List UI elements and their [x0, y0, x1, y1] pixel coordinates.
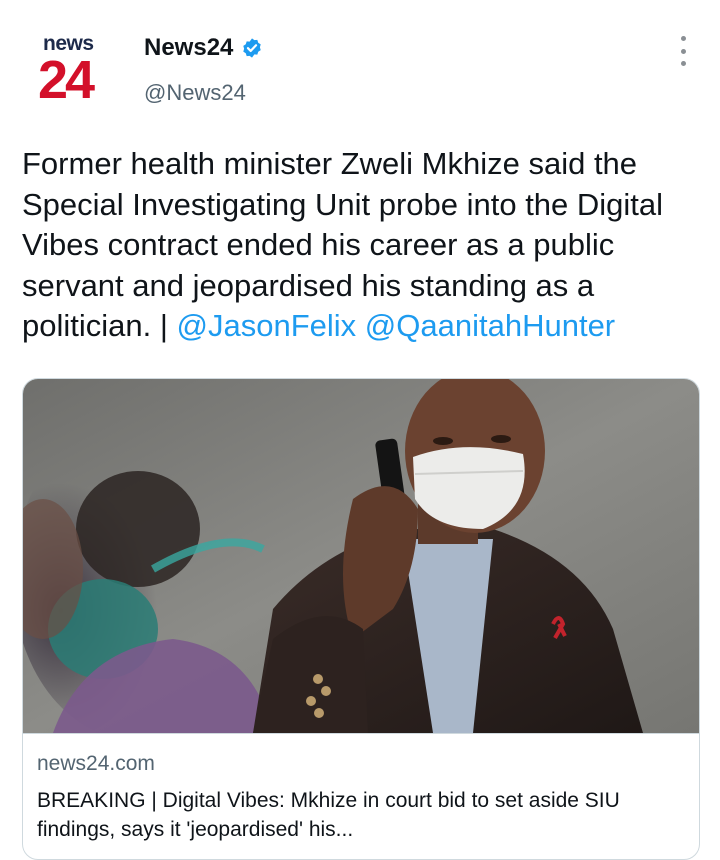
logo-24-text: 24 — [38, 50, 95, 110]
verified-badge-icon — [243, 38, 262, 58]
name-row: News24 — [144, 34, 263, 62]
display-name[interactable]: News24 — [144, 34, 233, 62]
mention-separator — [356, 308, 365, 343]
more-vertical-icon-dot — [680, 61, 686, 66]
more-options-button[interactable] — [676, 36, 690, 66]
user-handle[interactable]: @News24 — [144, 80, 246, 106]
card-title[interactable]: BREAKING | Digital Vibes: Mkhize in cour… — [37, 786, 677, 844]
mention-link[interactable]: @JasonFelix — [177, 308, 357, 343]
mention-link[interactable]: @QaanitahHunter — [365, 308, 615, 343]
tweet: news 24 News24 @News24 Former health min… — [0, 0, 720, 860]
card-meta: news24.com BREAKING | Digital Vibes: Mkh… — [23, 733, 699, 841]
tweet-text: Former health minister Zweli Mkhize said… — [22, 144, 706, 347]
avatar[interactable]: news 24 — [30, 30, 110, 110]
more-vertical-icon — [680, 36, 686, 41]
card-domain: news24.com — [37, 752, 155, 775]
article-photo — [23, 379, 699, 733]
link-preview-card[interactable]: news24.com BREAKING | Digital Vibes: Mkh… — [22, 378, 700, 860]
more-vertical-icon-dot — [680, 48, 686, 54]
